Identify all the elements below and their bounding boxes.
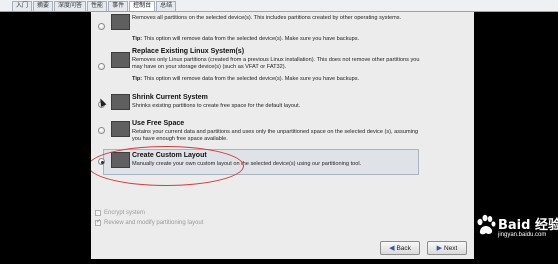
- option-description: Retains your current data and partitions…: [132, 129, 419, 142]
- radio-free-space[interactable]: [98, 127, 105, 134]
- back-button[interactable]: ◀ Back: [380, 241, 420, 255]
- back-arrow-icon: ◀: [389, 245, 395, 252]
- baidu-jingyan-watermark: Baid 经验 jingyan.baidu.com: [472, 210, 558, 246]
- option-description: Shrinks existing partitions to create fr…: [132, 103, 301, 109]
- baidu-paw-icon: [477, 214, 496, 235]
- radio-replace-linux[interactable]: [98, 63, 105, 70]
- encrypt-checkbox[interactable]: [95, 210, 101, 216]
- tip-label: Tip:: [132, 36, 143, 42]
- option-thumbnail-icon: [111, 121, 130, 137]
- review-checkbox[interactable]: [95, 218, 101, 226]
- back-label: Back: [396, 244, 411, 252]
- tab-6[interactable]: 总结: [156, 1, 177, 11]
- tip-label: Tip:: [132, 76, 143, 82]
- tab-4[interactable]: 事件: [108, 1, 129, 11]
- option-thumbnail-icon: [111, 94, 130, 110]
- radio-use-all-space[interactable]: [98, 23, 105, 30]
- watermark-url: jingyan.baidu.com: [498, 232, 547, 238]
- tab-3[interactable]: 性能: [87, 1, 108, 11]
- option-thumbnail-icon: [111, 14, 130, 30]
- next-arrow-icon: ▶: [436, 245, 442, 252]
- tip-text: This option will remove data from the se…: [143, 36, 360, 42]
- tab-0[interactable]: 入门: [12, 1, 33, 11]
- tab-2[interactable]: 深度问答: [54, 1, 87, 11]
- option-description: Removes all partitions on the selected d…: [132, 15, 402, 21]
- bottom-background: [91, 259, 474, 264]
- next-button[interactable]: ▶ Next: [427, 241, 467, 255]
- encrypt-label: Encrypt system: [104, 210, 146, 216]
- left-background: [0, 12, 91, 264]
- review-label: Review and modify partitioning layout: [104, 220, 204, 226]
- tab-bar: 入门 摘要 深度问答 性能 事件 控制台 总结: [0, 0, 558, 12]
- tab-console[interactable]: 控制台: [129, 1, 156, 11]
- encrypt-checkbox-row[interactable]: Encrypt system: [95, 210, 145, 216]
- review-checkbox-row[interactable]: Review and modify partitioning layout: [95, 218, 204, 226]
- option-title: Shrink Current System: [132, 94, 208, 101]
- option-tip: Tip: This option will remove data from t…: [132, 36, 359, 43]
- option-title: Replace Existing Linux System(s): [132, 48, 245, 55]
- watermark-text: Baid 经验: [498, 218, 558, 233]
- option-tip: Tip: This option will remove data from t…: [132, 76, 359, 83]
- option-thumbnail-icon: [111, 52, 130, 68]
- partition-panel: Removes all partitions on the selected d…: [91, 12, 474, 259]
- option-title: Use Free Space: [132, 120, 185, 127]
- next-label: Next: [444, 244, 458, 252]
- option-description: Removes only Linux partitions (created f…: [132, 57, 420, 70]
- tab-1[interactable]: 摘要: [33, 1, 54, 11]
- tip-text: This option will remove data from the se…: [143, 76, 360, 82]
- annotation-ellipse: [91, 146, 244, 186]
